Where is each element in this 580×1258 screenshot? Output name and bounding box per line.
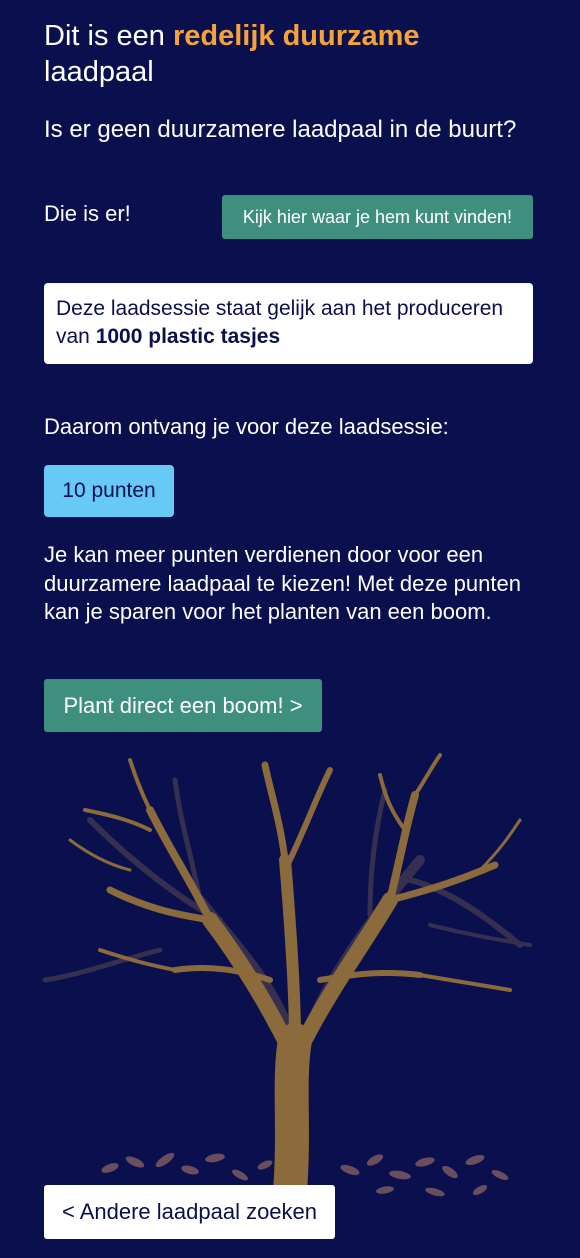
- impact-box: Deze laadsessie staat gelijk aan het pro…: [44, 283, 533, 364]
- reward-intro: Daarom ontvang je voor deze laadsessie:: [44, 414, 449, 439]
- explanation-text: Je kan meer punten verdienen door voor e…: [44, 542, 521, 624]
- title-suffix: laadpaal: [44, 56, 154, 88]
- title-prefix: Dit is een: [44, 20, 165, 52]
- back-search-button[interactable]: < Andere laadpaal zoeken: [44, 1185, 335, 1239]
- points-badge: 10 punten: [44, 465, 174, 517]
- title-highlight: redelijk duurzame: [172, 20, 420, 52]
- tree-branches: [68, 753, 522, 1207]
- impact-bold: 1000 plastic tasjes: [95, 325, 281, 348]
- question-text: Is er geen duurzamere laadpaal in de buu…: [44, 116, 517, 143]
- alternative-text: Die is er!: [44, 201, 131, 226]
- plant-tree-button[interactable]: Plant direct een boom! >: [44, 679, 322, 732]
- find-charger-button[interactable]: Kijk hier waar je hem kunt vinden!: [222, 195, 533, 239]
- page-title: Dit is een redelijk duurzame laadpaal: [44, 18, 524, 90]
- bare-tree-illustration: [42, 753, 532, 1207]
